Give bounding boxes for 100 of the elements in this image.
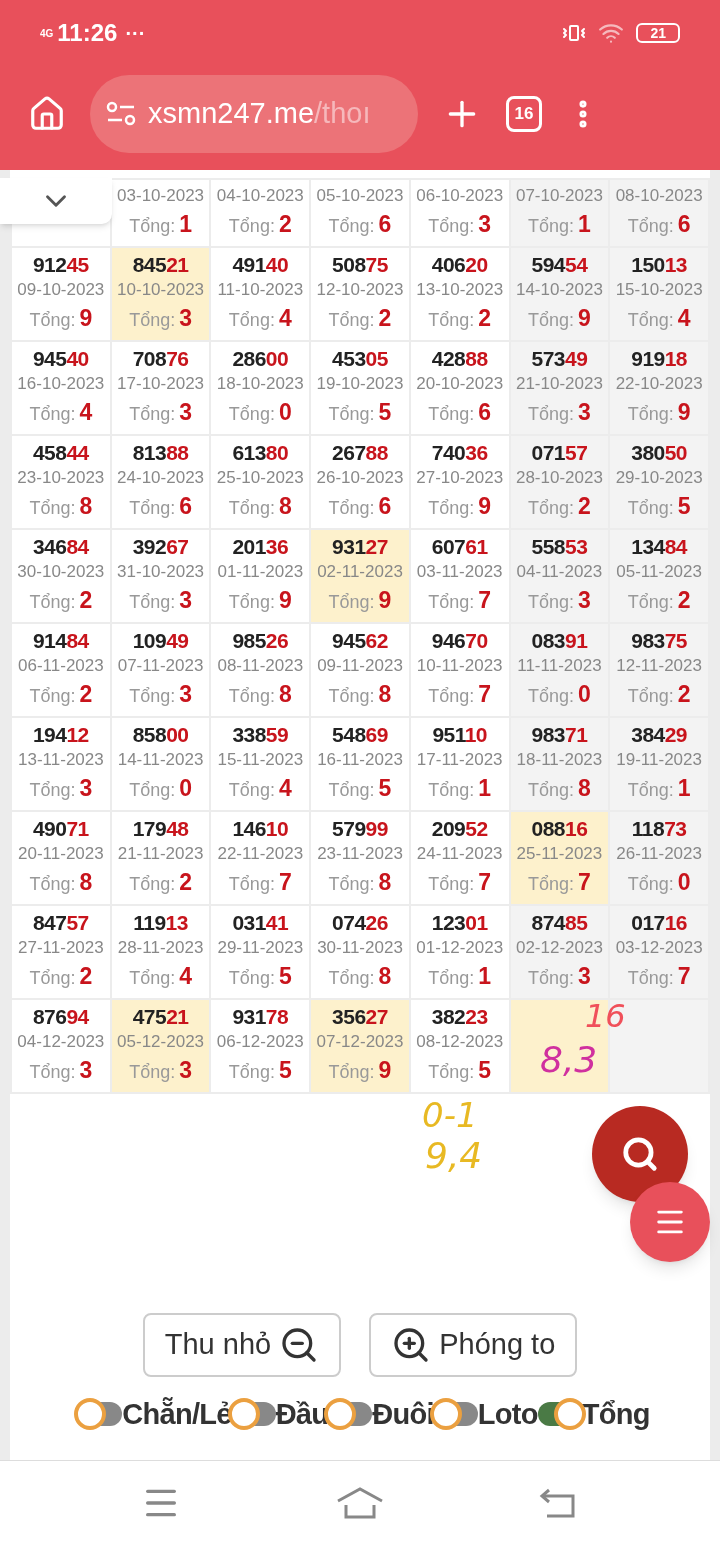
total-value: 1: [677, 774, 691, 803]
total-label: Tổng:: [328, 685, 375, 708]
total-label: Tổng:: [627, 591, 674, 614]
total-label: Tổng:: [428, 873, 475, 896]
total-label: Tổng:: [528, 779, 575, 802]
number-head: 286: [232, 347, 266, 370]
number-head: 088: [531, 817, 565, 840]
total-value: 9: [378, 586, 392, 615]
total-label: Tổng:: [228, 1061, 275, 1084]
number-tail: 52: [465, 817, 488, 840]
total-label: Tổng:: [328, 309, 375, 332]
total-label: Tổng:: [428, 779, 475, 802]
number-head: 573: [531, 347, 565, 370]
number-tail: 53: [565, 535, 588, 558]
total-label: Tổng:: [129, 403, 176, 426]
number-head: 594: [531, 253, 565, 276]
total-label: Tổng:: [528, 591, 575, 614]
site-settings-icon[interactable]: [106, 101, 136, 127]
number-head: 458: [32, 441, 67, 464]
total-value: 5: [278, 962, 292, 991]
total-label: Tổng:: [428, 403, 475, 426]
number-tail: 84: [66, 535, 89, 558]
total-label: Tổng:: [29, 1061, 76, 1084]
number-head: 931: [332, 535, 366, 558]
number-tail: 50: [664, 441, 688, 464]
total-value: 5: [378, 774, 392, 803]
number-head: 912: [32, 253, 67, 276]
total-value: 7: [478, 868, 492, 897]
total-value: 2: [278, 210, 292, 239]
total-label: Tổng:: [528, 309, 575, 332]
number-tail: 36: [465, 441, 488, 464]
number-head: 919: [631, 347, 665, 370]
date-label: 26-11-2023: [616, 843, 702, 865]
total-value: 2: [79, 586, 93, 615]
number-head: 613: [232, 441, 266, 464]
total-value: 8: [79, 492, 93, 521]
number-tail: 05: [365, 347, 388, 370]
number-head: 406: [431, 253, 466, 276]
date-label: 12-11-2023: [616, 655, 702, 677]
total-label: Tổng:: [428, 215, 475, 238]
date-label: 17-11-2023: [416, 749, 503, 771]
date-label: 06-10-2023: [416, 185, 504, 207]
total-value: 6: [677, 210, 691, 239]
number-head: 607: [431, 535, 466, 558]
date-label: 13-11-2023: [18, 749, 104, 771]
number-head: 858: [132, 723, 167, 746]
total-label: Tổng:: [29, 497, 76, 520]
date-label: 26-10-2023: [316, 467, 404, 489]
total-value: 1: [578, 210, 591, 239]
total-value: 1: [478, 774, 492, 803]
total-label: Tổng:: [627, 309, 674, 332]
date-label: 07-10-2023: [515, 185, 603, 207]
number-head: 453: [332, 347, 366, 370]
number-head: 392: [132, 535, 167, 558]
total-label: Tổng:: [627, 403, 674, 426]
handwritten-note: 0-1: [422, 1098, 478, 1132]
date-label: 20-10-2023: [416, 373, 504, 395]
date-label: 22-11-2023: [217, 843, 304, 865]
total-label: Tổng:: [129, 873, 176, 896]
number-tail: 18: [664, 347, 688, 370]
date-label: 20-11-2023: [18, 843, 104, 865]
date-label: 14-11-2023: [117, 749, 204, 771]
total-label: Tổng:: [627, 215, 674, 238]
total-label: Tổng:: [528, 403, 575, 426]
number-tail: 26: [365, 911, 388, 934]
total-label: Tổng:: [627, 497, 674, 520]
date-label: 25-10-2023: [216, 467, 304, 489]
total-label: Tổng:: [328, 967, 375, 990]
time-label: 11:26: [57, 18, 118, 48]
number-tail: 00: [265, 347, 289, 370]
home-icon[interactable]: [336, 1486, 384, 1519]
number-tail: 26: [265, 629, 289, 652]
home-icon[interactable]: [28, 95, 66, 133]
date-label: 09-11-2023: [317, 655, 403, 677]
date-label: 22-10-2023: [615, 373, 703, 395]
number-head: 267: [332, 441, 366, 464]
number-head: 119: [133, 911, 166, 934]
number-head: 201: [232, 535, 266, 558]
tab-count-button[interactable]: 16: [506, 96, 542, 132]
date-label: 27-10-2023: [416, 467, 504, 489]
total-label: Tổng:: [328, 1061, 375, 1084]
total-value: 9: [578, 304, 591, 333]
number-tail: 21: [166, 253, 189, 276]
number-tail: 12: [66, 723, 89, 746]
total-value: 3: [79, 774, 93, 803]
date-label: 05-10-2023: [316, 185, 404, 207]
total-label: Tổng:: [428, 309, 475, 332]
total-value: 0: [677, 868, 691, 897]
date-label: 19-10-2023: [316, 373, 404, 395]
number-head: 508: [332, 253, 366, 276]
number-head: 074: [332, 911, 366, 934]
number-tail: 54: [565, 253, 588, 276]
zoom-button[interactable]: Thu nhỏ: [142, 1312, 342, 1377]
network-label: 4G: [40, 26, 54, 41]
total-label: Tổng:: [129, 779, 176, 802]
zoom-button[interactable]: Phóng to: [369, 1312, 578, 1377]
number-head: 740: [431, 441, 466, 464]
date-label: 07-12-2023: [316, 1031, 404, 1053]
total-value: 4: [79, 398, 93, 427]
number-head: 813: [132, 441, 167, 464]
